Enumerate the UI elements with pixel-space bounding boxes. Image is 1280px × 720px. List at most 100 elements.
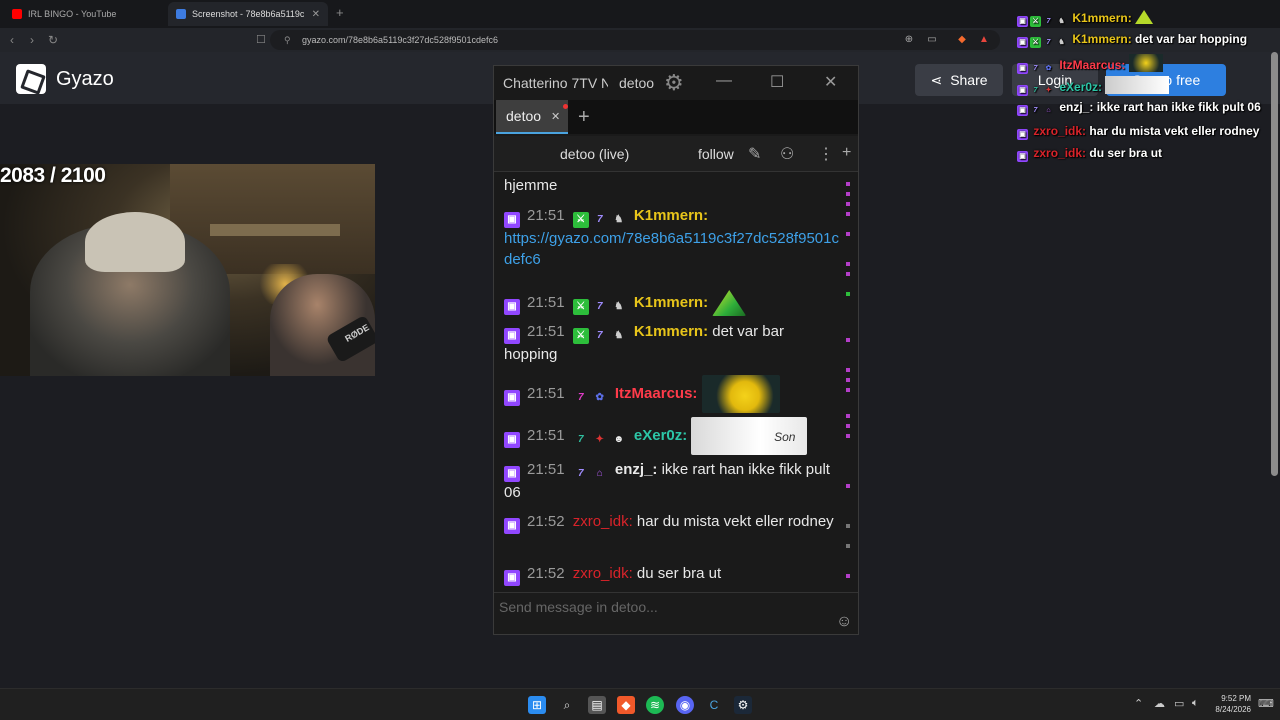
highlight-mark bbox=[846, 182, 850, 186]
username[interactable]: zxro_idk: bbox=[573, 513, 633, 530]
overlay-text: det var bar hopping bbox=[1135, 32, 1248, 46]
chat-input[interactable]: Send message in detoo... ☺ bbox=[494, 592, 858, 634]
chat-message: ▣ 21:51 ⚔ 7 ♞ K1mmern: https://gyazo.com/78… bbox=[504, 205, 839, 270]
username[interactable]: zxro_idk: bbox=[573, 565, 633, 582]
overlay-line: ▣ 7 ✿ ItzMaarcus: bbox=[1017, 54, 1163, 74]
username[interactable]: K1mmern: bbox=[634, 294, 708, 311]
twitch-badge-icon: ▣ bbox=[504, 328, 520, 344]
network-icon[interactable]: ▭ bbox=[1174, 697, 1184, 710]
username[interactable]: enzj_: bbox=[615, 461, 658, 478]
discord-icon[interactable]: ◉ bbox=[676, 696, 694, 714]
highlight-mark bbox=[846, 338, 850, 342]
forward-icon[interactable]: › bbox=[30, 33, 34, 47]
chat-message: ▣ 21:51 ⚔ 7 ♞ K1mmern: det var bar hopping bbox=[504, 321, 839, 365]
gyazo-logo[interactable]: Gyazo bbox=[16, 64, 114, 94]
brave-icon[interactable]: ◆ bbox=[617, 696, 635, 714]
close-tab-icon[interactable]: ✕ bbox=[312, 9, 320, 20]
highlight-mark bbox=[846, 524, 850, 528]
window-channel: detoo bbox=[619, 75, 655, 91]
twitch-badge-icon: ▣ bbox=[1017, 16, 1028, 27]
sword-badge-icon: ⚔ bbox=[1030, 37, 1041, 48]
back-icon[interactable]: ‹ bbox=[10, 33, 14, 47]
chat-message: hjemme bbox=[504, 175, 839, 196]
triangle-emote-icon[interactable] bbox=[712, 290, 747, 316]
username[interactable]: K1mmern: bbox=[634, 323, 708, 340]
add-tab-icon[interactable]: + bbox=[578, 106, 590, 129]
settings-gear-icon[interactable]: ⚙ bbox=[664, 70, 684, 96]
page-scrollbar[interactable] bbox=[1271, 52, 1278, 476]
url-field[interactable]: ⚲ gyazo.com/78e8b6a5119c3f27dc528f9501cd… bbox=[270, 30, 1000, 50]
steam-icon[interactable]: ⚙ bbox=[734, 696, 752, 714]
stream-screenshot: RØDE bbox=[0, 164, 375, 376]
maximize-icon[interactable]: ☐ bbox=[770, 72, 784, 92]
chat-message: ▣ 21:51 7 ✦ ☻ eXer0z: Son bbox=[504, 417, 839, 455]
clock[interactable]: 9:52 PM 8/24/2026 bbox=[1209, 693, 1251, 715]
goal-counter: 2083 / 2100 bbox=[0, 164, 106, 187]
twitch-badge-icon: ▣ bbox=[504, 431, 520, 448]
emoji-icon[interactable]: ☺ bbox=[836, 613, 852, 631]
onedrive-icon[interactable]: ☁ bbox=[1154, 697, 1165, 710]
share-label: Share bbox=[950, 72, 988, 88]
rewards-icon[interactable]: ▲ bbox=[978, 34, 990, 46]
tab-gyazo[interactable]: Screenshot - 78e8b6a5119c3f27 ✕ bbox=[168, 2, 328, 26]
chat-message: ▣ 21:52 zxro_idk: du ser bra ut bbox=[504, 563, 839, 586]
tab-label: detoo bbox=[506, 108, 542, 124]
son-emote-icon[interactable]: Son bbox=[691, 417, 808, 455]
timestamp: 21:51 bbox=[527, 426, 565, 444]
bookmark-icon[interactable]: ☐ bbox=[256, 33, 266, 46]
timestamp: 21:52 bbox=[527, 513, 565, 530]
flower-badge-icon: ✿ bbox=[595, 391, 604, 403]
timestamp: 21:51 bbox=[527, 207, 565, 224]
spider-badge-icon: ✦ bbox=[595, 433, 604, 445]
username[interactable]: eXer0z: bbox=[634, 427, 687, 444]
highlight-mark bbox=[846, 388, 850, 392]
search-icon[interactable]: ⌕ bbox=[558, 696, 576, 714]
more-options-icon[interactable]: ⋮ bbox=[818, 144, 834, 164]
spotify-icon[interactable]: ≋ bbox=[646, 696, 664, 714]
follow-button[interactable]: follow bbox=[698, 146, 734, 162]
clock-time: 9:52 PM bbox=[1221, 694, 1251, 703]
viewers-icon[interactable]: ⚇ bbox=[780, 144, 794, 164]
chatterino-icon[interactable]: C bbox=[705, 696, 723, 714]
share-button[interactable]: ⋖ Share bbox=[915, 64, 1003, 96]
overlay-username: K1mmern: bbox=[1072, 11, 1132, 25]
sword-badge-icon: ⚔ bbox=[572, 212, 589, 228]
brave-shield-icon[interactable]: ◆ bbox=[956, 34, 968, 46]
twitch-badge-icon: ▣ bbox=[504, 212, 520, 228]
minimize-icon[interactable]: — bbox=[716, 72, 732, 90]
start-icon[interactable]: ⊞ bbox=[528, 696, 546, 714]
message-link[interactable]: https://gyazo.com/78e8b6a5119c3f27dc528f… bbox=[504, 230, 839, 268]
site-info-icon[interactable]: ⚲ bbox=[284, 30, 291, 50]
overlay-username: zxro_idk: bbox=[1033, 146, 1087, 160]
volume-icon[interactable]: 🔈︎ bbox=[1192, 697, 1199, 710]
twitch-badge-icon: ▣ bbox=[1017, 63, 1028, 74]
new-tab-button[interactable]: + bbox=[336, 5, 344, 20]
pikachu-emote-icon[interactable] bbox=[701, 375, 780, 413]
overlay-username: zxro_idk: bbox=[1033, 124, 1087, 138]
cast-icon[interactable]: ▭ bbox=[926, 34, 938, 46]
moderation-icon[interactable]: ✎ bbox=[748, 144, 761, 164]
tab-youtube[interactable]: IRL BINGO - YouTube bbox=[4, 2, 164, 26]
highlight-mark bbox=[846, 202, 850, 206]
close-tab-icon[interactable]: ✕ bbox=[551, 110, 560, 123]
task-view-icon[interactable]: ▤ bbox=[588, 696, 606, 714]
zoom-icon[interactable]: ⊕ bbox=[903, 34, 915, 46]
username[interactable]: ItzMaarcus: bbox=[615, 385, 698, 402]
close-window-icon[interactable]: ✕ bbox=[824, 72, 837, 92]
clock-date: 8/24/2026 bbox=[1215, 705, 1251, 714]
reload-icon[interactable]: ↻ bbox=[48, 33, 58, 47]
tab-detoo[interactable]: detoo ✕ bbox=[496, 100, 568, 134]
add-split-icon[interactable]: + bbox=[842, 144, 851, 162]
son-emote-icon bbox=[1105, 76, 1170, 94]
twitch-badge-icon: ▣ bbox=[1017, 105, 1028, 116]
highlight-mark bbox=[846, 544, 850, 548]
notification-icon[interactable]: ⌨ bbox=[1258, 697, 1274, 710]
chat-scrollbar[interactable] bbox=[846, 178, 850, 588]
timestamp: 21:51 bbox=[527, 461, 565, 478]
chatterino-window: Chatterino 7TV N detoo ⚙ — ☐ ✕ detoo ✕ +… bbox=[493, 65, 859, 635]
overlay-username: K1mmern: bbox=[1072, 32, 1132, 46]
tray-chevron-icon[interactable]: ⌃ bbox=[1134, 697, 1143, 710]
overlay-text: har du mista vekt eller rodney bbox=[1089, 124, 1260, 138]
highlight-mark bbox=[846, 378, 850, 382]
username[interactable]: K1mmern: bbox=[634, 207, 708, 224]
